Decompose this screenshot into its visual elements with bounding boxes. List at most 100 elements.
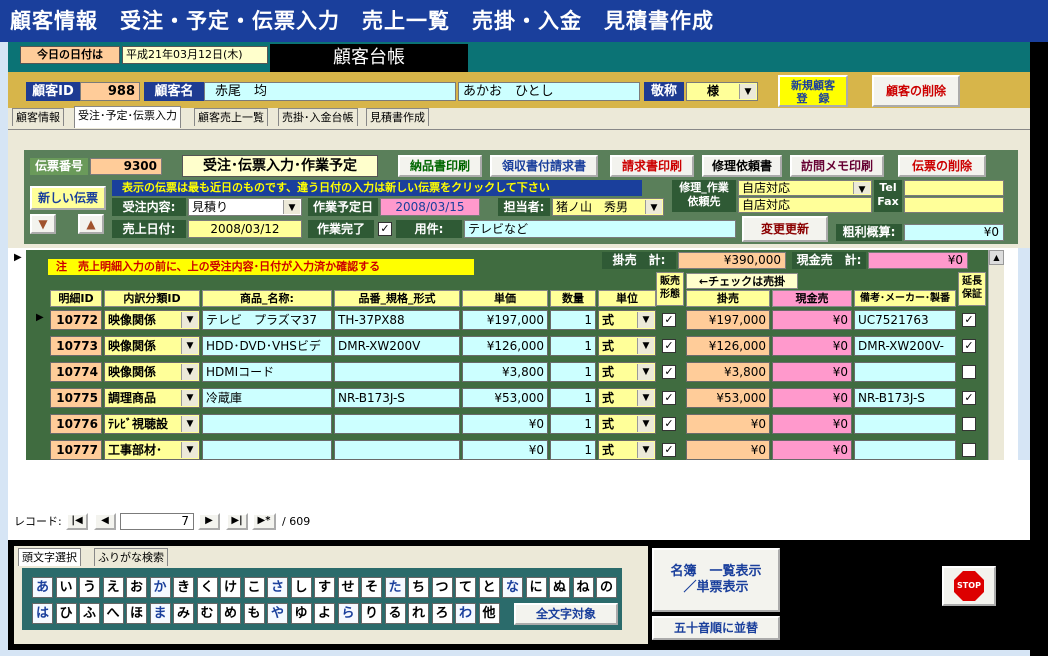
cell-model[interactable] [334, 414, 460, 434]
cell-id[interactable]: 10777 [50, 440, 102, 460]
tab-estimate[interactable]: 見積書作成 [366, 108, 429, 126]
cell-unit[interactable]: 式 ▼ [598, 414, 656, 434]
kana-button[interactable]: ほ [126, 603, 147, 624]
repair-select[interactable]: 自店対応 ▼ [738, 180, 872, 196]
work-done-checkbox[interactable]: ✓ [378, 222, 392, 236]
cell-quantity[interactable]: 1 [550, 440, 596, 460]
cell-quantity[interactable]: 1 [550, 388, 596, 408]
kana-button[interactable]: こ [243, 577, 265, 598]
warranty-checkbox[interactable] [962, 417, 976, 431]
cell-id[interactable]: 10775 [50, 388, 102, 408]
list-view-button[interactable]: 名簿 一覧表示 ／単票表示 [652, 548, 780, 612]
cell-quantity[interactable]: 1 [550, 414, 596, 434]
kana-button[interactable]: め [220, 603, 241, 624]
warranty-checkbox[interactable]: ✓ [962, 339, 976, 353]
cell-product-name[interactable] [202, 440, 332, 460]
chevron-down-icon[interactable]: ▼ [739, 84, 756, 99]
cell-unit-price[interactable]: ¥53,000 [462, 388, 548, 408]
fax-field[interactable] [904, 197, 1004, 213]
subject-field[interactable]: テレビなど [464, 220, 736, 238]
kana-button[interactable]: む [196, 603, 218, 624]
cell-quantity[interactable]: 1 [550, 310, 596, 330]
cell-quantity[interactable]: 1 [550, 362, 596, 382]
warranty-checkbox[interactable] [962, 443, 976, 457]
kana-button[interactable]: り [361, 603, 382, 624]
new-customer-button[interactable]: 新規顧客 登 録 [778, 75, 848, 107]
staff-select[interactable]: 猪ノ山 秀男 ▼ [552, 198, 664, 216]
kana-button[interactable]: な [502, 577, 523, 598]
sale-date-field[interactable]: 2008/03/12 [188, 220, 302, 238]
chevron-down-icon[interactable]: ▼ [637, 442, 654, 458]
kana-button[interactable]: き [173, 577, 194, 598]
cell-product-name[interactable] [202, 414, 332, 434]
cell-note[interactable]: UC7521763 [854, 310, 956, 330]
cell-product-name[interactable]: 冷蔵庫 [202, 388, 332, 408]
kana-button[interactable]: よ [314, 603, 335, 624]
kana-button[interactable]: へ [102, 603, 124, 624]
honorific-select[interactable]: 様 ▼ [686, 82, 758, 101]
kana-button[interactable]: に [525, 577, 547, 598]
kana-button[interactable]: う [79, 577, 100, 598]
kana-button[interactable]: れ [408, 603, 429, 624]
cell-unit[interactable]: 式 ▼ [598, 310, 656, 330]
cell-credit[interactable]: ¥0 [686, 440, 770, 460]
cell-note[interactable] [854, 440, 956, 460]
chevron-down-icon[interactable]: ▼ [283, 200, 300, 214]
kana-button[interactable]: さ [267, 577, 288, 598]
kana-button[interactable]: も [243, 603, 265, 624]
sale-type-checkbox[interactable]: ✓ [662, 417, 676, 431]
cell-credit[interactable]: ¥3,800 [686, 362, 770, 382]
cell-id[interactable]: 10772 [50, 310, 102, 330]
cell-id[interactable]: 10773 [50, 336, 102, 356]
kana-button[interactable]: 他 [478, 603, 500, 624]
cell-model[interactable] [334, 440, 460, 460]
delete-customer-button[interactable]: 顧客の削除 [872, 75, 960, 107]
new-slip-button[interactable]: 新しい伝票 [30, 186, 106, 210]
kana-button[interactable]: あ [32, 577, 53, 598]
kana-button[interactable]: お [126, 577, 147, 598]
detail-scrollbar[interactable]: ▲ [988, 250, 1004, 460]
scroll-up-icon[interactable]: ▲ [989, 250, 1004, 265]
kana-button[interactable]: の [596, 577, 617, 598]
kana-button[interactable]: え [102, 577, 124, 598]
kana-button[interactable]: ぬ [549, 577, 570, 598]
chevron-down-icon[interactable]: ▼ [181, 364, 198, 380]
work-date-field[interactable]: 2008/03/15 [380, 198, 480, 216]
chevron-down-icon[interactable]: ▼ [637, 390, 654, 406]
kana-button[interactable]: ま [149, 603, 171, 624]
cell-model[interactable]: TH-37PX88 [334, 310, 460, 330]
cell-model[interactable] [334, 362, 460, 382]
prev-slip-button[interactable]: ▼ [30, 214, 56, 234]
kana-button[interactable]: ね [572, 577, 594, 598]
new-record-button[interactable]: ▶* [252, 513, 276, 530]
customer-name-field[interactable]: 赤尾 均 [204, 82, 456, 101]
record-number-field[interactable]: 7 [120, 513, 194, 530]
cell-model[interactable]: NR-B173J-S [334, 388, 460, 408]
cell-category[interactable]: ﾃﾚﾋﾞ視聴設 ▼ [104, 414, 200, 434]
print-delivery-button[interactable]: 納品書印刷 [398, 155, 482, 177]
next-slip-button[interactable]: ▲ [78, 214, 104, 234]
warranty-checkbox[interactable] [962, 365, 976, 379]
update-button[interactable]: 変更更新 [742, 216, 828, 242]
chevron-down-icon[interactable]: ▼ [637, 338, 654, 354]
chevron-down-icon[interactable]: ▼ [637, 312, 654, 328]
cell-unit[interactable]: 式 ▼ [598, 362, 656, 382]
cell-unit[interactable]: 式 ▼ [598, 440, 656, 460]
kana-button[interactable]: る [384, 603, 406, 624]
sale-type-checkbox[interactable]: ✓ [662, 313, 676, 327]
last-record-button[interactable]: ▶| [226, 513, 248, 530]
kana-button[interactable]: つ [431, 577, 453, 598]
kana-button[interactable]: ろ [431, 603, 453, 624]
repair-request-button[interactable]: 修理依頼書 [702, 155, 782, 177]
sale-type-checkbox[interactable]: ✓ [662, 339, 676, 353]
cell-cash[interactable]: ¥0 [772, 310, 852, 330]
print-invoice-button[interactable]: 請求書印刷 [610, 155, 694, 177]
cell-unit-price[interactable]: ¥197,000 [462, 310, 548, 330]
tel-field[interactable] [904, 180, 1004, 196]
tab-customer-info[interactable]: 顧客情報 [12, 108, 64, 126]
chevron-down-icon[interactable]: ▼ [637, 364, 654, 380]
sale-type-checkbox[interactable]: ✓ [662, 365, 676, 379]
chevron-down-icon[interactable]: ▼ [181, 312, 198, 328]
warranty-checkbox[interactable]: ✓ [962, 313, 976, 327]
kana-button[interactable]: や [267, 603, 288, 624]
